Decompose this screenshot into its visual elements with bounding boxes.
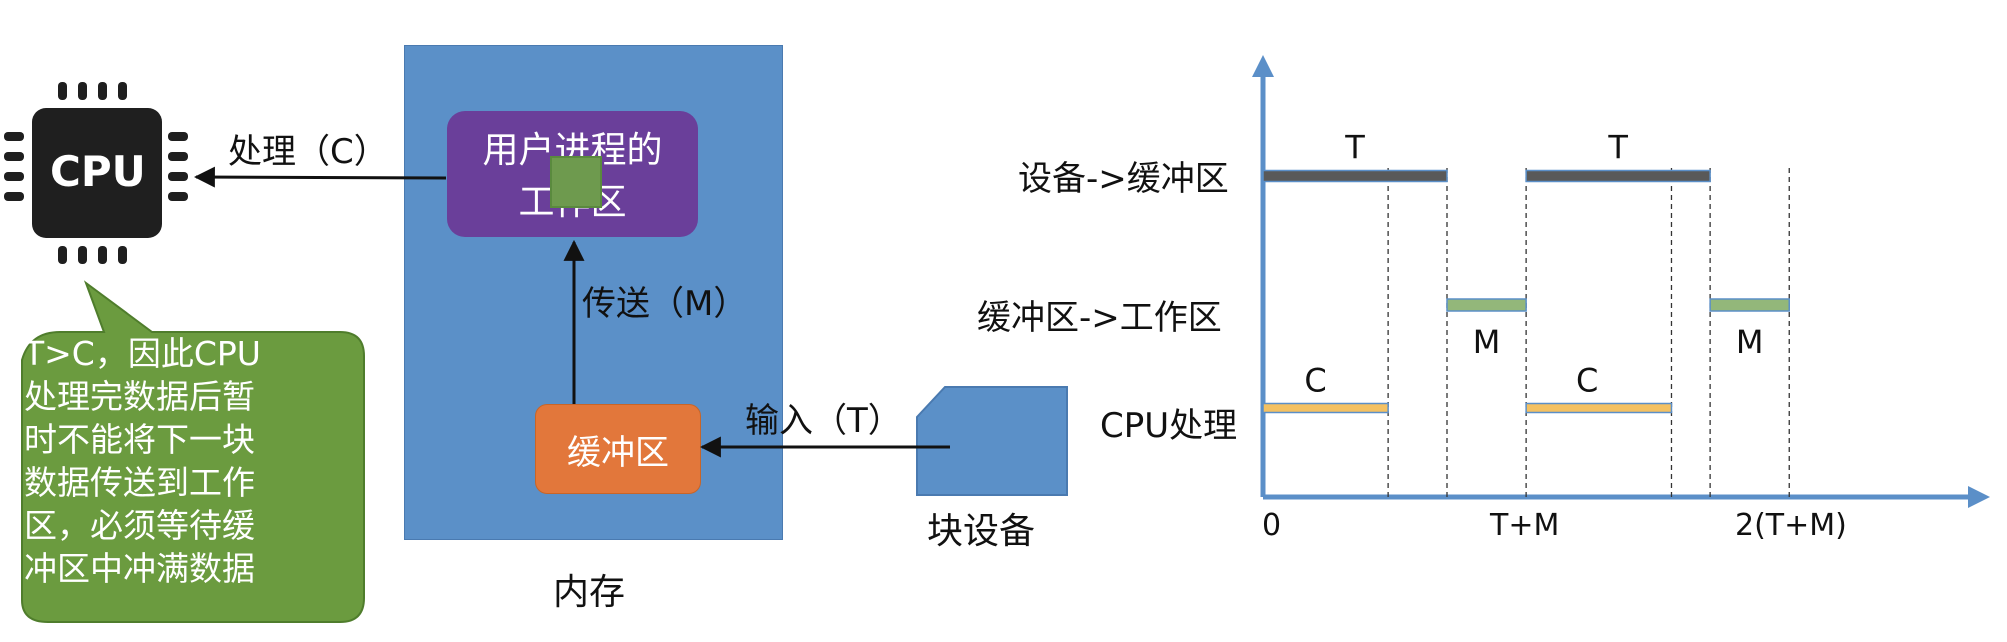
segment-label: M [1736, 323, 1764, 361]
segment-bar [1525, 169, 1711, 183]
y-axis-arrowhead [1252, 55, 1274, 77]
segment-bar [1262, 402, 1389, 414]
segment-bar [1525, 402, 1673, 414]
segment-label: T [1607, 129, 1628, 167]
segment-bar [1709, 298, 1790, 312]
row-label-cpu-processing: CPU处理 [1100, 406, 1238, 446]
x-tick-0: 0 [1262, 508, 1282, 543]
segment-bar [1262, 169, 1448, 183]
segment-label: C [1304, 362, 1326, 400]
x-axis-arrowhead [1968, 486, 1990, 508]
row-label-buffer-to-workspace: 缓冲区->工作区 [977, 298, 1222, 338]
segment-label: T [1344, 129, 1365, 167]
segment-label: M [1473, 323, 1501, 361]
segment-label: C [1576, 362, 1598, 400]
row-label-device-to-buffer: 设备->缓冲区 [1018, 159, 1229, 199]
segment-bar [1446, 298, 1527, 312]
x-tick-2: 2(T+M) [1735, 508, 1847, 543]
x-tick-1: T+M [1490, 508, 1560, 543]
